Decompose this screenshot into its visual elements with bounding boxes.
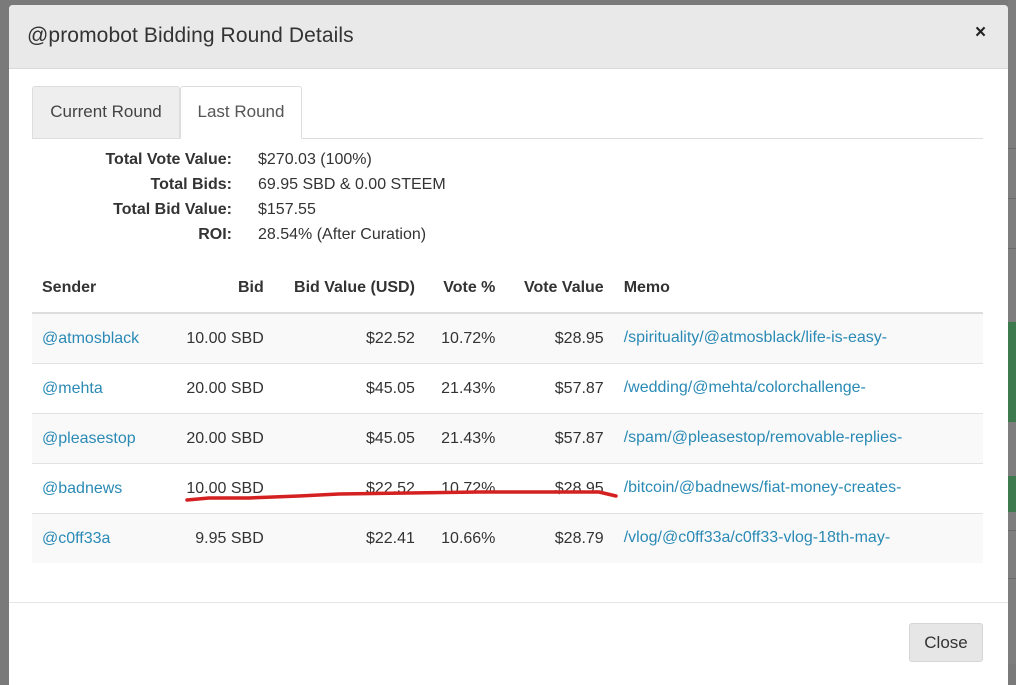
memo-cell: /wedding/@mehta/colorchallenge- <box>613 363 983 414</box>
sender-link[interactable]: @pleasestop <box>42 430 136 447</box>
sender-cell: @c0ff33a <box>32 513 163 563</box>
column-header-sender: Sender <box>32 264 163 314</box>
sender-cell: @badnews <box>32 463 163 514</box>
table-row: @pleasestop 20.00 SBD $45.05 21.43% $57.… <box>32 413 983 464</box>
bid-cell: 10.00 SBD <box>162 463 274 514</box>
background-divider <box>1008 248 1016 249</box>
column-header-memo: Memo <box>613 264 983 314</box>
table-row: @c0ff33a 9.95 SBD $22.41 10.66% $28.79 /… <box>32 513 983 563</box>
table-row: @badnews 10.00 SBD $22.52 10.72% $28.95 … <box>32 463 983 514</box>
summary-value: $157.55 <box>258 201 316 218</box>
column-header-bid: Bid <box>162 264 274 314</box>
summary-value: $270.03 (100%) <box>258 151 372 168</box>
memo-link[interactable]: /spirituality/@atmosblack/life-is-easy- <box>624 329 887 346</box>
sender-cell: @pleasestop <box>32 413 163 464</box>
round-tabs: Current Round Last Round <box>32 86 983 139</box>
vote-pct-cell: 10.72% <box>424 463 506 514</box>
bid-cell: 20.00 SBD <box>162 413 274 464</box>
sender-link[interactable]: @badnews <box>42 480 122 497</box>
vote-pct-cell: 21.43% <box>424 413 506 464</box>
vote-value-cell: $28.95 <box>505 312 614 364</box>
summary-label: Total Bid Value: <box>113 201 232 218</box>
vote-value-cell: $28.95 <box>505 463 614 514</box>
vote-pct-cell: 10.72% <box>424 312 506 364</box>
bid-cell: 10.00 SBD <box>162 312 274 364</box>
sender-link[interactable]: @c0ff33a <box>42 530 110 547</box>
modal-title: @promobot Bidding Round Details <box>27 24 354 47</box>
bid-cell: 9.95 SBD <box>162 513 274 563</box>
memo-cell: /spam/@pleasestop/removable-replies- <box>613 413 983 464</box>
background-page-strip <box>1008 0 1016 664</box>
memo-cell: /vlog/@c0ff33a/c0ff33-vlog-18th-may- <box>613 513 983 563</box>
sender-cell: @atmosblack <box>32 312 163 364</box>
vote-value-cell: $28.79 <box>505 513 614 563</box>
summary-value: 69.95 SBD & 0.00 STEEM <box>258 176 446 193</box>
memo-cell: /spirituality/@atmosblack/life-is-easy- <box>613 312 983 364</box>
bid-value-cell: $22.52 <box>273 312 425 364</box>
vote-value-cell: $57.87 <box>505 413 614 464</box>
vote-value-cell: $57.87 <box>505 363 614 414</box>
memo-link[interactable]: /spam/@pleasestop/removable-replies- <box>624 429 903 446</box>
close-icon[interactable]: × <box>975 23 986 42</box>
sender-link[interactable]: @atmosblack <box>42 330 139 347</box>
column-header-bid-value: Bid Value (USD) <box>273 264 425 314</box>
summary-label: ROI: <box>198 226 232 243</box>
close-button[interactable]: Close <box>909 623 983 662</box>
modal-footer: Close <box>9 602 1008 685</box>
table-row: @mehta 20.00 SBD $45.05 21.43% $57.87 /w… <box>32 363 983 414</box>
background-divider <box>1008 148 1016 149</box>
table-header-row: Sender Bid Bid Value (USD) Vote % Vote V… <box>32 264 983 314</box>
background-divider <box>1008 198 1016 199</box>
sender-link[interactable]: @mehta <box>42 380 103 397</box>
bid-cell: 20.00 SBD <box>162 363 274 414</box>
column-header-vote-pct: Vote % <box>424 264 506 314</box>
table-row: @atmosblack 10.00 SBD $22.52 10.72% $28.… <box>32 312 983 364</box>
tab-current-round[interactable]: Current Round <box>32 86 180 138</box>
modal-header: @promobot Bidding Round Details × <box>9 5 1008 69</box>
vote-pct-cell: 10.66% <box>424 513 506 563</box>
bidding-round-modal: @promobot Bidding Round Details × Curren… <box>9 5 1008 685</box>
column-header-vote-value: Vote Value <box>505 264 614 314</box>
memo-link[interactable]: /vlog/@c0ff33a/c0ff33-vlog-18th-may- <box>624 529 890 546</box>
background-highlight <box>1008 322 1016 422</box>
background-divider <box>1008 530 1016 531</box>
summary-label: Total Vote Value: <box>105 151 232 168</box>
bid-value-cell: $22.41 <box>273 513 425 563</box>
bids-table: Sender Bid Bid Value (USD) Vote % Vote V… <box>32 264 983 563</box>
background-highlight <box>1008 476 1016 512</box>
vote-pct-cell: 21.43% <box>424 363 506 414</box>
bid-value-cell: $45.05 <box>273 363 425 414</box>
memo-link[interactable]: /bitcoin/@badnews/fiat-money-creates- <box>624 479 902 496</box>
summary-value: 28.54% (After Curation) <box>258 226 427 243</box>
background-divider <box>1008 578 1016 579</box>
summary-label: Total Bids: <box>150 176 232 193</box>
memo-cell: /bitcoin/@badnews/fiat-money-creates- <box>613 463 983 514</box>
bid-value-cell: $22.52 <box>273 463 425 514</box>
bid-value-cell: $45.05 <box>273 413 425 464</box>
memo-link[interactable]: /wedding/@mehta/colorchallenge- <box>624 379 866 396</box>
tab-last-round[interactable]: Last Round <box>180 86 302 139</box>
sender-cell: @mehta <box>32 363 163 414</box>
